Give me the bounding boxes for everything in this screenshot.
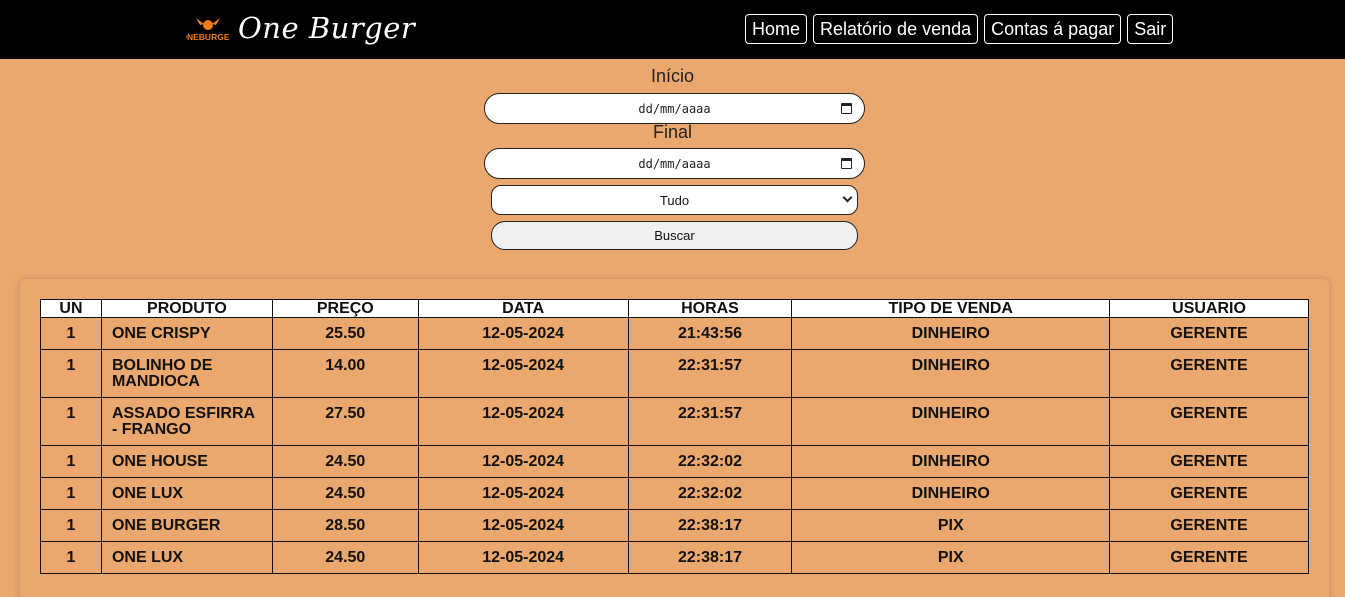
cell-time: 22:38:17 bbox=[627, 509, 793, 542]
cell-un: 1 bbox=[40, 349, 102, 398]
cell-user: GERENTE bbox=[1109, 445, 1309, 478]
col-header-preco: PREÇO bbox=[271, 299, 419, 318]
cell-product: ONE LUX bbox=[100, 541, 273, 574]
table-row: 1 ONE CRISPY 25.50 12-05-2024 21:43:56 D… bbox=[40, 317, 1309, 350]
cell-price: 27.50 bbox=[271, 397, 419, 446]
cell-sale-type: DINHEIRO bbox=[791, 477, 1111, 510]
logo-icon: ONEBURGER bbox=[186, 18, 230, 42]
cell-price: 25.50 bbox=[271, 317, 419, 350]
cell-date: 12-05-2024 bbox=[417, 317, 629, 350]
sale-type-select[interactable]: Tudo bbox=[491, 185, 858, 215]
calendar-icon[interactable] bbox=[841, 103, 852, 114]
start-date-value: dd/mm/aaaa bbox=[638, 102, 711, 116]
cell-user: GERENTE bbox=[1109, 397, 1309, 446]
cell-date: 12-05-2024 bbox=[417, 477, 629, 510]
col-header-tipo-venda: TIPO DE VENDA bbox=[791, 299, 1111, 318]
col-header-usuario: USUARIO bbox=[1109, 299, 1309, 318]
cell-user: GERENTE bbox=[1109, 509, 1309, 542]
sales-table: UN PRODUTO PREÇO DATA HORAS TIPO DE VEND… bbox=[40, 299, 1309, 574]
col-header-un: UN bbox=[40, 299, 102, 318]
cell-sale-type: PIX bbox=[791, 509, 1111, 542]
cell-price: 24.50 bbox=[271, 477, 419, 510]
cell-un: 1 bbox=[40, 445, 102, 478]
cell-product: ONE HOUSE bbox=[100, 445, 273, 478]
cell-time: 22:31:57 bbox=[627, 397, 793, 446]
cell-un: 1 bbox=[40, 509, 102, 542]
cell-date: 12-05-2024 bbox=[417, 445, 629, 478]
cell-sale-type: PIX bbox=[791, 541, 1111, 574]
table-row: 1 ONE LUX 24.50 12-05-2024 22:32:02 DINH… bbox=[40, 477, 1309, 510]
logo-badge-text: ONEBURGER bbox=[186, 32, 230, 42]
nav-accounts-payable[interactable]: Contas á pagar bbox=[984, 14, 1122, 44]
search-button[interactable]: Buscar bbox=[491, 221, 858, 250]
table-row: 1 ONE HOUSE 24.50 12-05-2024 22:32:02 DI… bbox=[40, 445, 1309, 478]
cell-price: 14.00 bbox=[271, 349, 419, 398]
sale-type-value: Tudo bbox=[659, 193, 690, 208]
cell-sale-type: DINHEIRO bbox=[791, 349, 1111, 398]
end-date-label: Final bbox=[652, 122, 692, 142]
cell-sale-type: DINHEIRO bbox=[791, 445, 1111, 478]
col-header-data: DATA bbox=[417, 299, 629, 318]
col-header-horas: HORAS bbox=[627, 299, 793, 318]
end-date-input[interactable]: dd/mm/aaaa bbox=[484, 148, 865, 179]
nav-logout[interactable]: Sair bbox=[1127, 14, 1174, 44]
table-row: 1 ONE BURGER 28.50 12-05-2024 22:38:17 P… bbox=[40, 509, 1309, 542]
cell-product: BOLINHO DE MANDIOCA bbox=[100, 349, 273, 398]
cell-un: 1 bbox=[40, 397, 102, 446]
cell-time: 22:32:02 bbox=[627, 445, 793, 478]
end-date-value: dd/mm/aaaa bbox=[638, 157, 711, 171]
cell-user: GERENTE bbox=[1109, 317, 1309, 350]
cell-user: GERENTE bbox=[1109, 349, 1309, 398]
start-date-input[interactable]: dd/mm/aaaa bbox=[484, 93, 865, 124]
table-header-row: UN PRODUTO PREÇO DATA HORAS TIPO DE VEND… bbox=[40, 299, 1309, 318]
cell-product: ONE CRISPY bbox=[100, 317, 273, 350]
start-date-label: Início bbox=[650, 66, 695, 86]
cell-user: GERENTE bbox=[1109, 541, 1309, 574]
cell-price: 28.50 bbox=[271, 509, 419, 542]
cell-un: 1 bbox=[40, 477, 102, 510]
top-header: ONEBURGER One Burger Home Relatório de v… bbox=[0, 0, 1345, 59]
cell-date: 12-05-2024 bbox=[417, 509, 629, 542]
cell-time: 22:32:02 bbox=[627, 477, 793, 510]
cell-date: 12-05-2024 bbox=[417, 541, 629, 574]
cell-time: 22:38:17 bbox=[627, 541, 793, 574]
cell-date: 12-05-2024 bbox=[417, 397, 629, 446]
nav-home[interactable]: Home bbox=[745, 14, 808, 44]
cell-un: 1 bbox=[40, 317, 102, 350]
cell-price: 24.50 bbox=[271, 541, 419, 574]
cell-product: ONE LUX bbox=[100, 477, 273, 510]
cell-time: 22:31:57 bbox=[627, 349, 793, 398]
table-row: 1 BOLINHO DE MANDIOCA 14.00 12-05-2024 2… bbox=[40, 349, 1309, 398]
cell-date: 12-05-2024 bbox=[417, 349, 629, 398]
col-header-produto: PRODUTO bbox=[100, 299, 273, 318]
calendar-icon[interactable] bbox=[841, 158, 852, 169]
cell-user: GERENTE bbox=[1109, 477, 1309, 510]
cell-sale-type: DINHEIRO bbox=[791, 317, 1111, 350]
main-nav: Home Relatório de venda Contas á pagar S… bbox=[745, 14, 1174, 44]
cell-product: ASSADO ESFIRRA - FRANGO bbox=[100, 397, 273, 446]
nav-sales-report[interactable]: Relatório de venda bbox=[813, 14, 979, 44]
cell-product: ONE BURGER bbox=[100, 509, 273, 542]
table-row: 1 ONE LUX 24.50 12-05-2024 22:38:17 PIX … bbox=[40, 541, 1309, 574]
cell-price: 24.50 bbox=[271, 445, 419, 478]
table-row: 1 ASSADO ESFIRRA - FRANGO 27.50 12-05-20… bbox=[40, 397, 1309, 446]
cell-un: 1 bbox=[40, 541, 102, 574]
cell-time: 21:43:56 bbox=[627, 317, 793, 350]
brand-name: One Burger bbox=[238, 11, 416, 45]
cell-sale-type: DINHEIRO bbox=[791, 397, 1111, 446]
